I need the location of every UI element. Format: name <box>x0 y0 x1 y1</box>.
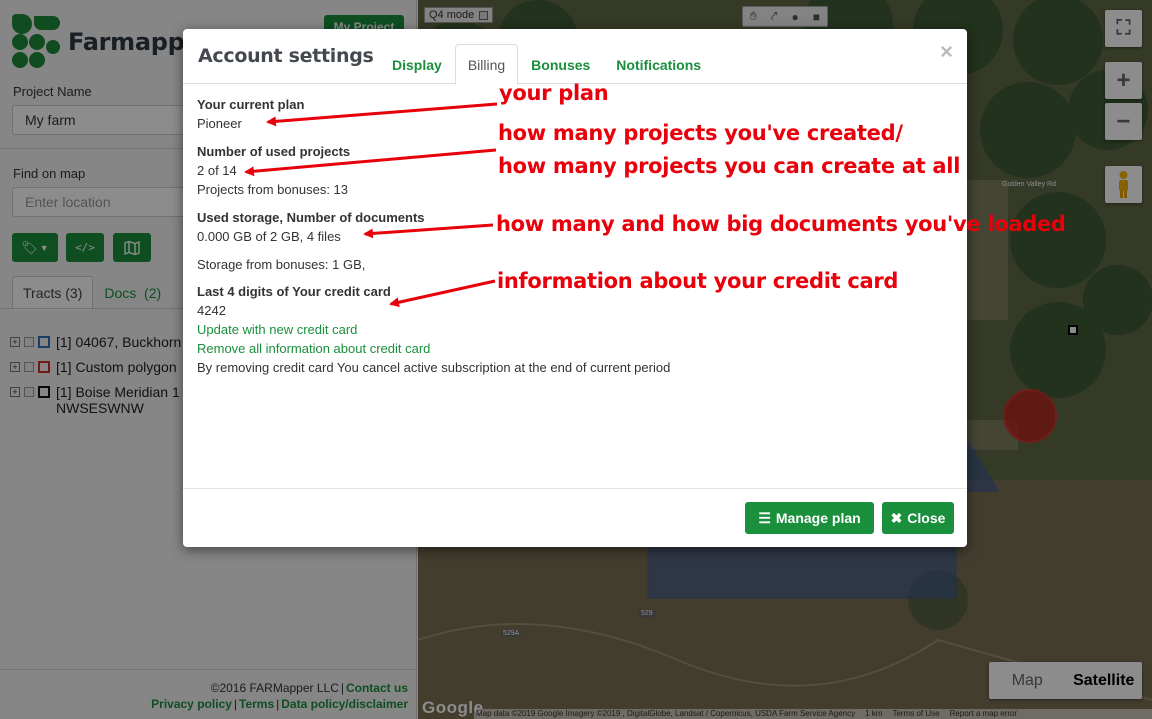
annotation-card: information about your credit card <box>497 269 899 293</box>
annotation-storage: how many and how big documents you've lo… <box>496 212 1066 236</box>
arrow-projects <box>244 148 497 177</box>
arrow-card <box>389 279 496 308</box>
annotation-projects-2: how many projects you can create at all <box>498 154 961 178</box>
arrow-plan <box>266 102 498 127</box>
annotation-arrows <box>244 102 498 308</box>
arrow-storage <box>363 223 494 239</box>
annotation-plan: your plan <box>499 81 609 105</box>
annotation-projects-1: how many projects you've created/ <box>498 121 903 145</box>
